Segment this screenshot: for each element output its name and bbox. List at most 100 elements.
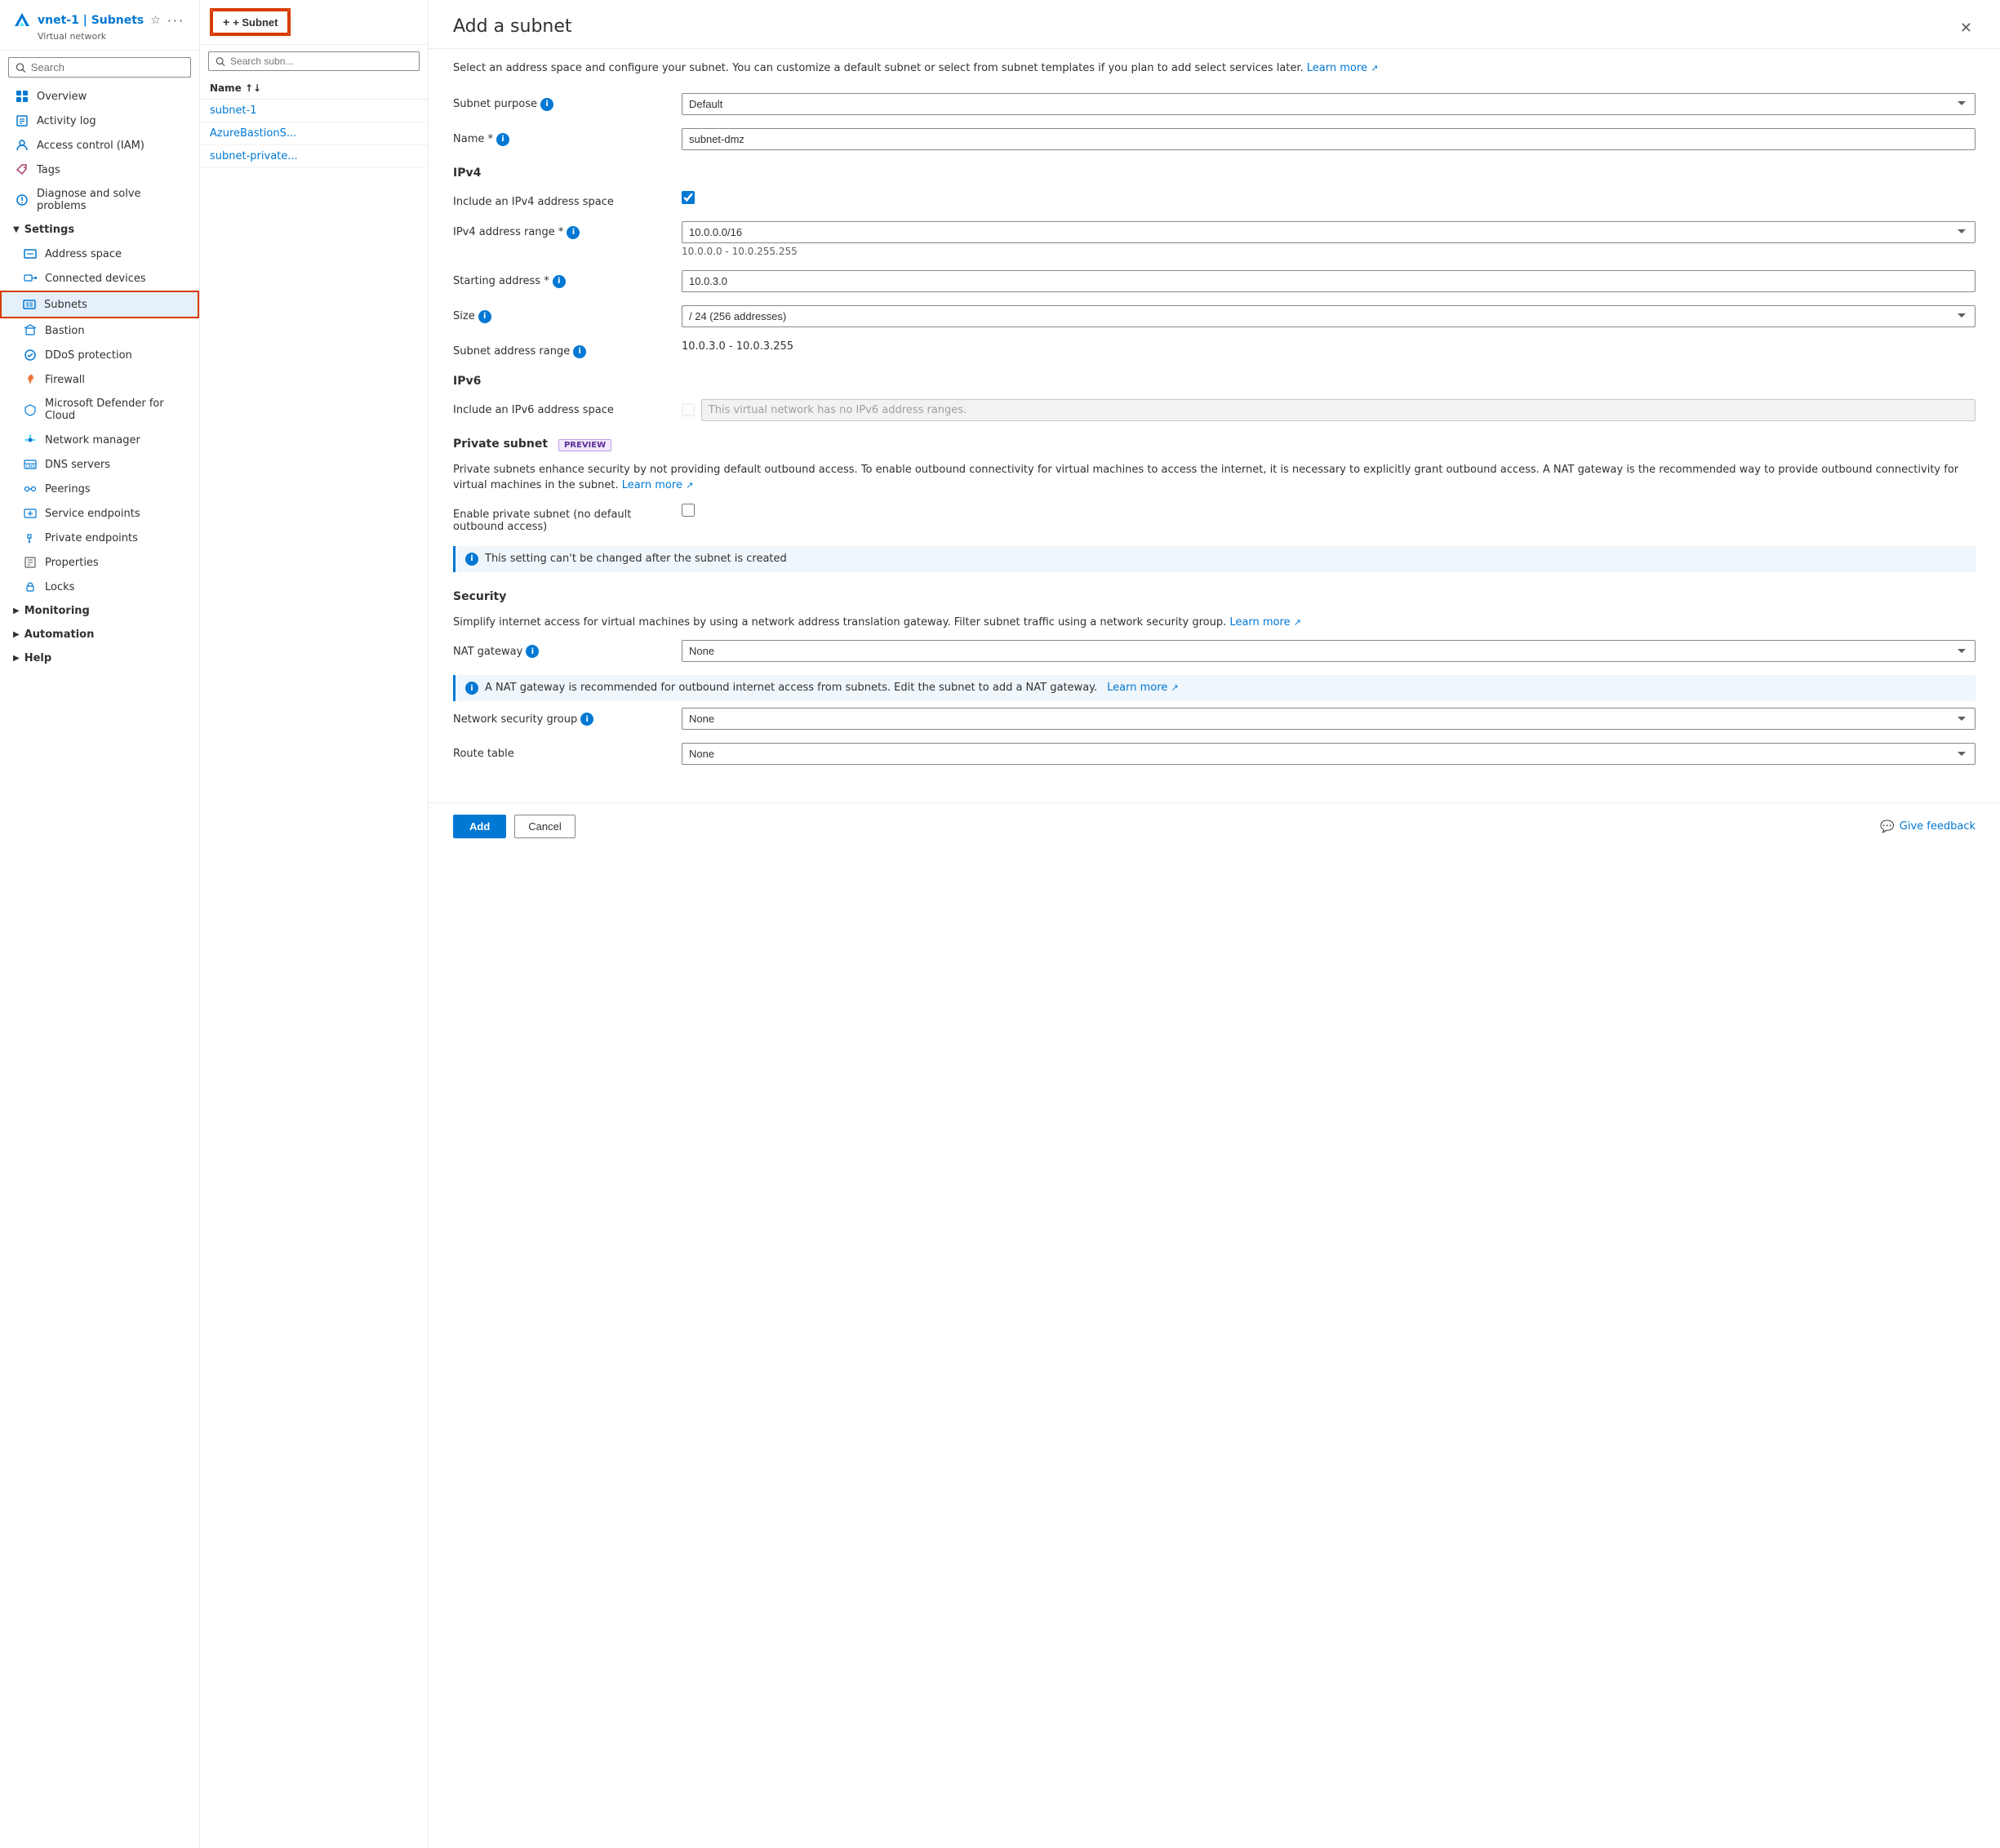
ipv4-range-info-icon[interactable]: i: [567, 226, 580, 239]
starting-address-input[interactable]: [682, 270, 1976, 292]
footer-buttons: Add Cancel: [453, 815, 576, 838]
ipv4-range-select[interactable]: 10.0.0.0/16: [682, 221, 1976, 243]
enable-private-subnet-row: Enable private subnet (no default outbou…: [453, 504, 1976, 533]
search-input[interactable]: [31, 61, 184, 73]
preview-badge: PREVIEW: [558, 439, 611, 451]
nat-gateway-info-icon[interactable]: i: [526, 645, 539, 658]
name-row: Name * i: [453, 128, 1976, 150]
sidebar-item-peerings[interactable]: Peerings: [0, 477, 199, 501]
sidebar-item-diagnose[interactable]: Diagnose and solve problems: [0, 182, 199, 218]
sidebar-item-defender[interactable]: Microsoft Defender for Cloud: [0, 392, 199, 428]
favorite-icon[interactable]: ☆: [150, 14, 161, 27]
add-subnet-button[interactable]: + + Subnet: [211, 10, 289, 34]
subnet-purpose-select[interactable]: Default: [682, 93, 1976, 115]
sidebar-item-ddos[interactable]: DDoS protection: [0, 343, 199, 367]
include-ipv4-checkbox[interactable]: [682, 191, 695, 204]
subnet-purpose-control: Default: [682, 93, 1976, 115]
starting-address-info-icon[interactable]: i: [553, 275, 566, 288]
size-select[interactable]: / 24 (256 addresses): [682, 305, 1976, 327]
sidebar-item-tags[interactable]: Tags: [0, 158, 199, 182]
sidebar-item-properties[interactable]: Properties: [0, 550, 199, 575]
sidebar-item-iam[interactable]: Access control (IAM): [0, 133, 199, 158]
sidebar-item-network-manager-label: Network manager: [45, 434, 140, 446]
external-link-icon-private: ↗: [686, 480, 693, 491]
nat-learn-more-link[interactable]: Learn more ↗: [1107, 682, 1179, 694]
automation-section-header[interactable]: ▶ Automation: [0, 623, 199, 646]
size-row: Size i / 24 (256 addresses): [453, 305, 1976, 327]
size-info-icon[interactable]: i: [478, 310, 491, 323]
sidebar-item-bastion[interactable]: Bastion: [0, 318, 199, 343]
feedback-icon: 💬: [1880, 820, 1894, 833]
nat-gateway-select[interactable]: None: [682, 640, 1976, 662]
private-subnet-learn-more-link[interactable]: Learn more ↗: [622, 479, 694, 491]
sidebar-subtitle: Virtual network: [38, 31, 186, 42]
private-subnet-info-text: This setting can't be changed after the …: [485, 553, 787, 565]
sidebar-item-peerings-label: Peerings: [45, 483, 91, 495]
enable-private-subnet-checkbox[interactable]: [682, 504, 695, 517]
include-ipv4-label: Include an IPv4 address space: [453, 191, 665, 208]
sidebar-item-overview[interactable]: Overview: [0, 84, 199, 109]
sidebar-search-box[interactable]: [8, 57, 191, 78]
chevron-down-icon: ▼: [13, 225, 20, 234]
name-label-text: Name *: [453, 133, 493, 145]
add-subnet-btn-label: + Subnet: [233, 16, 278, 29]
info-icon-private: i: [465, 553, 478, 566]
diagnose-icon: [16, 193, 29, 207]
cancel-button[interactable]: Cancel: [514, 815, 575, 838]
sidebar-item-dns-servers[interactable]: DNS DNS servers: [0, 452, 199, 477]
ipv4-range-label: IPv4 address range * i: [453, 221, 665, 239]
subnet-address-range-value: 10.0.3.0 - 10.0.3.255: [682, 340, 793, 353]
monitoring-section-header[interactable]: ▶ Monitoring: [0, 599, 199, 623]
ipv4-range-sub-text: 10.0.0.0 - 10.0.255.255: [682, 246, 1976, 257]
add-button[interactable]: Add: [453, 815, 506, 838]
close-button[interactable]: ✕: [1957, 16, 1976, 40]
include-ipv6-checkbox[interactable]: [682, 403, 695, 416]
sidebar-item-private-endpoints-label: Private endpoints: [45, 532, 138, 544]
table-row[interactable]: subnet-1: [200, 100, 428, 122]
azure-icon: [13, 11, 31, 29]
sidebar-item-locks[interactable]: Locks: [0, 575, 199, 599]
connected-devices-icon: [24, 272, 37, 285]
more-icon[interactable]: ···: [167, 13, 184, 29]
sidebar-item-dns-servers-label: DNS servers: [45, 459, 110, 471]
middle-search-box[interactable]: [208, 51, 420, 71]
add-button-label: Add: [469, 820, 490, 833]
sidebar-item-overview-label: Overview: [37, 91, 87, 103]
sidebar-item-activity-log[interactable]: Activity log: [0, 109, 199, 133]
sidebar-item-connected-devices[interactable]: Connected devices: [0, 266, 199, 291]
help-section-header[interactable]: ▶ Help: [0, 646, 199, 670]
ddos-icon: [24, 349, 37, 362]
name-input[interactable]: [682, 128, 1976, 150]
service-endpoints-icon: [24, 507, 37, 520]
monitoring-section-label: Monitoring: [24, 605, 90, 617]
give-feedback-link[interactable]: 💬 Give feedback: [1880, 820, 1976, 833]
route-table-label: Route table: [453, 743, 665, 760]
sidebar-item-diagnose-label: Diagnose and solve problems: [37, 188, 186, 212]
sidebar-item-firewall[interactable]: Firewall: [0, 367, 199, 392]
table-row[interactable]: AzureBastionS...: [200, 122, 428, 145]
subnet-purpose-info-icon[interactable]: i: [540, 98, 553, 111]
table-row[interactable]: subnet-private...: [200, 145, 428, 168]
private-subnet-section-title: Private subnet PREVIEW: [453, 438, 1976, 451]
subnets-icon: [23, 298, 36, 311]
learn-more-link-top[interactable]: Learn more ↗: [1307, 62, 1379, 74]
address-space-icon: [24, 247, 37, 260]
security-learn-more-link[interactable]: Learn more ↗: [1229, 616, 1301, 629]
subnet-name-3: subnet-private...: [210, 150, 298, 162]
subnet-purpose-label: Subnet purpose i: [453, 93, 665, 111]
sidebar-item-private-endpoints[interactable]: Private endpoints: [0, 526, 199, 550]
subnet-address-range-info-icon[interactable]: i: [573, 345, 586, 358]
security-learn-more-label: Learn more: [1229, 616, 1290, 629]
sidebar-item-address-space[interactable]: Address space: [0, 242, 199, 266]
sidebar-item-subnets[interactable]: Subnets: [0, 291, 199, 318]
settings-section-header[interactable]: ▼ Settings: [0, 218, 199, 242]
firewall-icon: [24, 373, 37, 386]
nsg-select[interactable]: None: [682, 708, 1976, 730]
route-table-select[interactable]: None: [682, 743, 1976, 765]
name-info-icon[interactable]: i: [496, 133, 509, 146]
nsg-info-icon[interactable]: i: [580, 713, 593, 726]
sidebar-item-service-endpoints[interactable]: Service endpoints: [0, 501, 199, 526]
middle-search-input[interactable]: [230, 56, 412, 67]
sidebar-item-network-manager[interactable]: Network manager: [0, 428, 199, 452]
nat-info-icon: i: [465, 682, 478, 695]
